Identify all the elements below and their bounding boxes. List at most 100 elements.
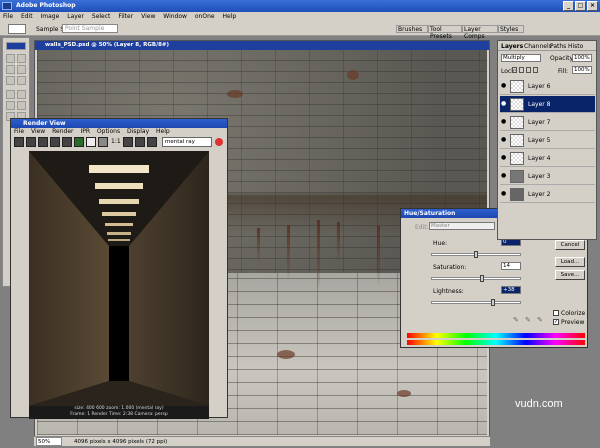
eyedropper-icon[interactable]: ✎ xyxy=(513,316,519,324)
layer-row[interactable]: ● Layer 6 xyxy=(500,78,595,95)
edit-channel-select[interactable]: Master xyxy=(429,222,495,230)
eye-icon[interactable]: ● xyxy=(501,83,507,89)
menu-image[interactable]: Image xyxy=(41,13,60,20)
tab-paths[interactable]: Paths xyxy=(550,43,566,50)
preview-checkbox[interactable]: ✓ xyxy=(553,319,559,325)
eye-icon[interactable]: ● xyxy=(501,137,507,143)
maximize-button[interactable]: □ xyxy=(575,1,586,11)
lightness-slider[interactable] xyxy=(431,299,521,306)
layer-row[interactable]: ● Layer 7 xyxy=(500,114,595,131)
rgb-channel-icon[interactable] xyxy=(74,137,84,147)
healing-brush-tool-icon[interactable] xyxy=(6,90,15,99)
adobe-online-icon[interactable] xyxy=(6,42,26,50)
saturation-slider-thumb[interactable] xyxy=(480,275,485,282)
lock-all-icon[interactable] xyxy=(533,67,538,73)
zoom-field[interactable]: 50% xyxy=(36,437,62,446)
eyedropper-minus-icon[interactable]: ✎ xyxy=(537,316,543,324)
eyedropper-tool-preset-icon[interactable] xyxy=(8,24,26,34)
lasso-tool-icon[interactable] xyxy=(6,65,15,74)
history-brush-tool-icon[interactable] xyxy=(17,101,26,110)
move-tool-icon[interactable] xyxy=(17,54,26,63)
rv-menu-display[interactable]: Display xyxy=(127,128,149,135)
marquee-tool-icon[interactable] xyxy=(6,54,15,63)
menu-layer[interactable]: Layer xyxy=(67,13,84,20)
menu-edit[interactable]: Edit xyxy=(21,13,33,20)
menu-onone[interactable]: onOne xyxy=(195,13,215,20)
eye-icon[interactable]: ● xyxy=(501,173,507,179)
tab-layer-comps[interactable]: Layer Comps xyxy=(462,25,498,40)
ipr-icon[interactable] xyxy=(50,137,60,147)
eye-icon[interactable]: ● xyxy=(501,101,507,107)
lightness-slider-thumb[interactable] xyxy=(490,299,495,306)
load-button[interactable]: Load... xyxy=(555,257,585,267)
lock-transparency-icon[interactable] xyxy=(512,67,517,73)
refresh-icon[interactable] xyxy=(62,137,72,147)
blend-mode-select[interactable]: Multiply xyxy=(501,54,541,62)
layers-tab-row: Layers Channels Paths Histo xyxy=(498,41,596,51)
document-info[interactable]: 4096 pixels x 4096 pixels (72 ppi) xyxy=(74,437,167,447)
layer-thumbnail xyxy=(510,116,524,129)
tab-brushes[interactable]: Brushes xyxy=(396,25,428,33)
rv-menu-file[interactable]: File xyxy=(14,128,24,135)
render-settings-icon[interactable] xyxy=(147,137,157,147)
brush-tool-icon[interactable] xyxy=(17,90,26,99)
tab-layers[interactable]: Layers xyxy=(501,43,523,50)
saturation-slider[interactable] xyxy=(431,275,521,282)
stop-render-icon[interactable] xyxy=(215,138,223,146)
lock-pixels-icon[interactable] xyxy=(519,67,524,73)
minimize-button[interactable]: _ xyxy=(563,1,574,11)
hue-slider-thumb[interactable] xyxy=(474,251,478,258)
rv-menu-view[interactable]: View xyxy=(31,128,45,135)
rv-menu-options[interactable]: Options xyxy=(97,128,120,135)
crop-tool-icon[interactable] xyxy=(6,76,15,85)
eye-icon[interactable]: ● xyxy=(501,155,507,161)
menu-window[interactable]: Window xyxy=(163,13,187,20)
eye-icon[interactable]: ● xyxy=(501,119,507,125)
tab-channels[interactable]: Channels xyxy=(524,43,552,50)
rv-menu-help[interactable]: Help xyxy=(156,128,170,135)
tab-tool-presets[interactable]: Tool Presets xyxy=(428,25,462,40)
tab-histogram[interactable]: Histo xyxy=(568,43,583,50)
redo-render-icon[interactable] xyxy=(14,137,24,147)
app-title: Adobe Photoshop xyxy=(16,2,76,9)
lock-position-icon[interactable] xyxy=(526,67,531,73)
lightness-input[interactable]: +38 xyxy=(501,286,521,294)
layer-row-selected[interactable]: ● Layer 8 xyxy=(500,96,595,113)
ratio-label[interactable]: 1:1 xyxy=(111,138,121,145)
eye-icon[interactable]: ● xyxy=(501,191,507,197)
layer-row[interactable]: ● Layer 5 xyxy=(500,132,595,149)
eyedropper-plus-icon[interactable]: ✎ xyxy=(525,316,531,324)
rv-menu-render[interactable]: Render xyxy=(52,128,73,135)
colorize-checkbox[interactable] xyxy=(553,310,559,316)
menu-file[interactable]: File xyxy=(3,13,13,20)
layer-row[interactable]: ● Layer 2 xyxy=(500,186,595,203)
menu-view[interactable]: View xyxy=(141,13,155,20)
luminance-icon[interactable] xyxy=(98,137,108,147)
magic-wand-tool-icon[interactable] xyxy=(17,65,26,74)
renderer-select[interactable]: mental ray xyxy=(162,137,212,147)
photoshop-icon xyxy=(2,2,12,10)
sample-size-select[interactable]: Point Sample xyxy=(62,24,118,33)
rv-menu-ipr[interactable]: IPR xyxy=(80,128,90,135)
save-button[interactable]: Save... xyxy=(555,270,585,280)
saturation-input[interactable]: 14 xyxy=(501,262,521,270)
layer-name: Layer 8 xyxy=(528,101,551,108)
menu-select[interactable]: Select xyxy=(92,13,111,20)
cancel-button[interactable]: Cancel xyxy=(555,240,585,250)
clone-stamp-tool-icon[interactable] xyxy=(6,101,15,110)
layer-row[interactable]: ● Layer 3 xyxy=(500,168,595,185)
alpha-channel-icon[interactable] xyxy=(86,137,96,147)
layer-row[interactable]: ● Layer 4 xyxy=(500,150,595,167)
tab-styles[interactable]: Styles xyxy=(498,25,524,33)
slice-tool-icon[interactable] xyxy=(17,76,26,85)
keep-image-icon[interactable] xyxy=(123,137,133,147)
close-button[interactable]: × xyxy=(587,1,598,11)
hue-slider[interactable] xyxy=(431,251,521,258)
remove-image-icon[interactable] xyxy=(135,137,145,147)
opacity-input[interactable]: 100% xyxy=(572,54,592,62)
fill-input[interactable]: 100% xyxy=(572,66,592,74)
snapshot-icon[interactable] xyxy=(38,137,48,147)
menu-help[interactable]: Help xyxy=(223,13,237,20)
menu-filter[interactable]: Filter xyxy=(118,13,133,20)
render-region-icon[interactable] xyxy=(26,137,36,147)
